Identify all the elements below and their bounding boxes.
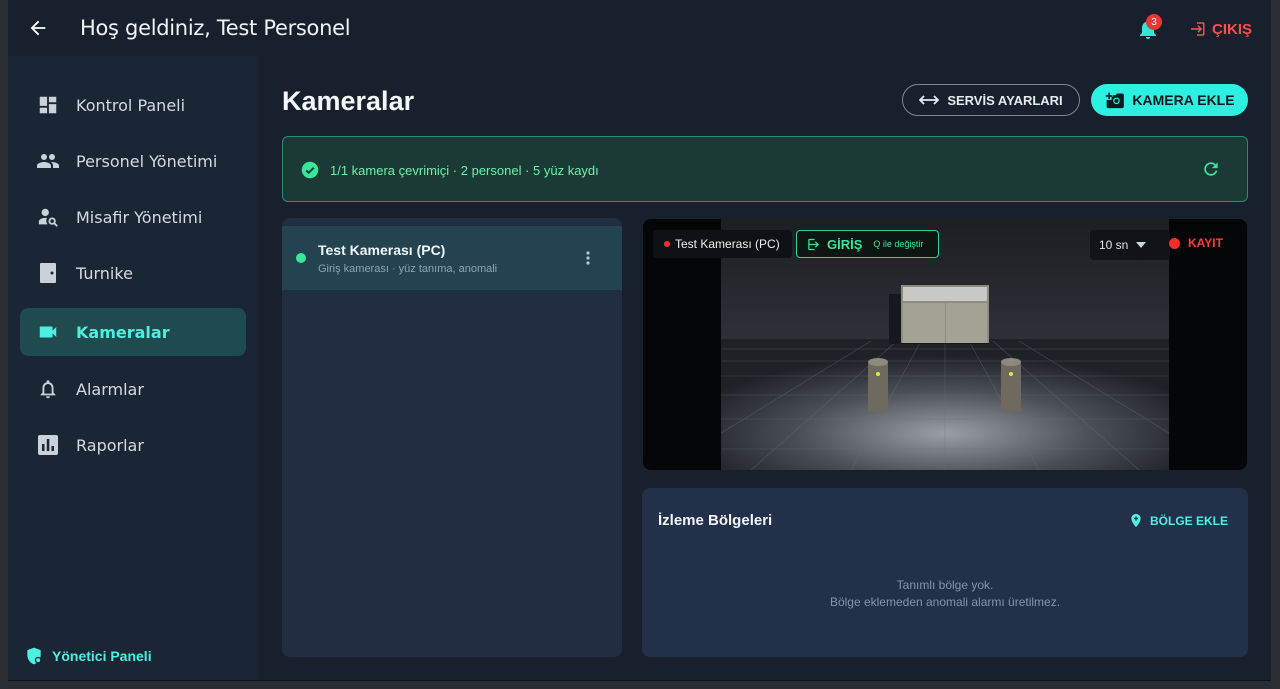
check-circle-icon xyxy=(301,161,319,179)
zones-empty-message: Tanımlı bölge yok. xyxy=(896,578,994,592)
monitoring-zones-panel: İzleme Bölgeleri BÖLGE EKLE Tanımlı bölg… xyxy=(642,488,1248,657)
record-dot-icon xyxy=(1169,237,1180,249)
bar-chart-icon xyxy=(36,433,60,457)
list-item[interactable]: Test Kamerası (PC) Giriş kamerası · yüz … xyxy=(282,226,622,290)
sidebar-item-alarmlar[interactable]: Alarmlar xyxy=(20,365,246,413)
sidebar-item-personel-yonetimi[interactable]: Personel Yönetimi xyxy=(20,137,246,185)
sidebar-item-label: Turnike xyxy=(76,263,133,283)
direction-mode-hint: Q ile değiştir xyxy=(873,239,924,249)
top-bar: Hoş geldiniz, Test Personel 3 ÇIKIŞ xyxy=(8,0,1271,56)
record-label: KAYIT xyxy=(1188,236,1223,250)
online-status-dot xyxy=(296,253,306,263)
admin-panel-link[interactable]: Yönetici Paneli xyxy=(24,646,152,666)
add-camera-icon xyxy=(1106,92,1125,109)
admin-panel-label: Yönetici Paneli xyxy=(52,648,152,664)
people-icon xyxy=(36,149,60,173)
arrows-horizontal-icon xyxy=(919,95,940,105)
service-settings-button[interactable]: SERVİS AYARLARI xyxy=(902,84,1080,116)
back-button[interactable] xyxy=(24,14,52,42)
sidebar-item-raporlar[interactable]: Raporlar xyxy=(20,421,246,469)
sidebar-item-kontrol-paneli[interactable]: Kontrol Paneli xyxy=(20,81,246,129)
sidebar: Kontrol Paneli Personel Yönetimi Misafir… xyxy=(8,56,258,680)
direction-mode-label: GİRİŞ xyxy=(827,236,863,252)
app-window: Hoş geldiniz, Test Personel 3 ÇIKIŞ Kont… xyxy=(8,0,1271,681)
add-camera-button[interactable]: KAMERA EKLE xyxy=(1091,84,1248,116)
door-icon xyxy=(36,261,60,285)
add-camera-label: KAMERA EKLE xyxy=(1132,92,1235,108)
main-content: Kameralar SERVİS AYARLARI KAMERA EKLE 1/… xyxy=(258,56,1271,680)
more-vert-icon[interactable] xyxy=(584,250,592,266)
logout-label: ÇIKIŞ xyxy=(1212,20,1253,38)
logout-button[interactable]: ÇIKIŞ xyxy=(1188,18,1252,40)
person-search-icon xyxy=(36,205,60,229)
admin-shield-icon xyxy=(27,647,42,665)
camera-name: Test Kamerası (PC) xyxy=(318,242,446,258)
sidebar-item-misafir-yonetimi[interactable]: Misafir Yönetimi xyxy=(20,193,246,241)
login-icon xyxy=(808,238,819,250)
refresh-icon[interactable] xyxy=(1201,159,1221,179)
chevron-down-icon xyxy=(1136,242,1147,248)
welcome-title: Hoş geldiniz, Test Personel xyxy=(80,16,351,40)
camera-list: Test Kamerası (PC) Giriş kamerası · yüz … xyxy=(282,218,622,657)
interval-select[interactable]: 10 sn xyxy=(1090,230,1170,260)
add-zone-label: BÖLGE EKLE xyxy=(1150,513,1229,528)
record-button[interactable]: KAYIT xyxy=(1169,236,1223,250)
camera-subtitle: Giriş kamerası · yüz tanıma, anomali xyxy=(318,263,498,275)
sidebar-item-kameralar[interactable]: Kameralar xyxy=(20,308,246,356)
window-scrollbar[interactable] xyxy=(1271,0,1280,689)
sidebar-item-turnike[interactable]: Turnike xyxy=(20,249,246,297)
service-settings-label: SERVİS AYARLARI xyxy=(947,92,1063,108)
add-zone-button[interactable]: BÖLGE EKLE xyxy=(1128,512,1228,529)
video-camera-name: Test Kamerası (PC) xyxy=(675,237,780,251)
zones-empty-hint: Bölge eklemeden anomali alarmı üretilmez… xyxy=(829,595,1061,609)
add-location-icon xyxy=(1131,513,1141,528)
live-indicator-dot xyxy=(664,241,670,247)
direction-mode-toggle[interactable]: GİRİŞ Q ile değiştir xyxy=(796,230,939,258)
page-title: Kameralar xyxy=(282,86,415,116)
status-text: 1/1 kamera çevrimiçi · 2 personel · 5 yü… xyxy=(330,163,599,178)
dashboard-icon xyxy=(36,93,60,117)
status-banner: 1/1 kamera çevrimiçi · 2 personel · 5 yü… xyxy=(282,136,1248,202)
sidebar-item-label: Kameralar xyxy=(76,322,170,342)
video-camera-label: Test Kamerası (PC) xyxy=(653,230,792,258)
bell-icon xyxy=(36,377,60,401)
sidebar-item-label: Alarmlar xyxy=(76,379,144,399)
arrow-left-icon xyxy=(30,20,46,36)
sidebar-item-label: Personel Yönetimi xyxy=(76,151,218,171)
notification-badge: 3 xyxy=(1146,14,1162,30)
sidebar-item-label: Raporlar xyxy=(76,435,144,455)
interval-value: 10 sn xyxy=(1099,238,1129,252)
camera-video-feed[interactable]: Test Kamerası (PC) GİRİŞ Q ile değiştir … xyxy=(643,219,1247,470)
sidebar-item-label: Misafir Yönetimi xyxy=(76,207,203,227)
logout-icon xyxy=(1191,22,1205,36)
sidebar-item-label: Kontrol Paneli xyxy=(76,95,186,115)
zones-title: İzleme Bölgeleri xyxy=(658,512,773,529)
videocam-icon xyxy=(36,320,60,344)
